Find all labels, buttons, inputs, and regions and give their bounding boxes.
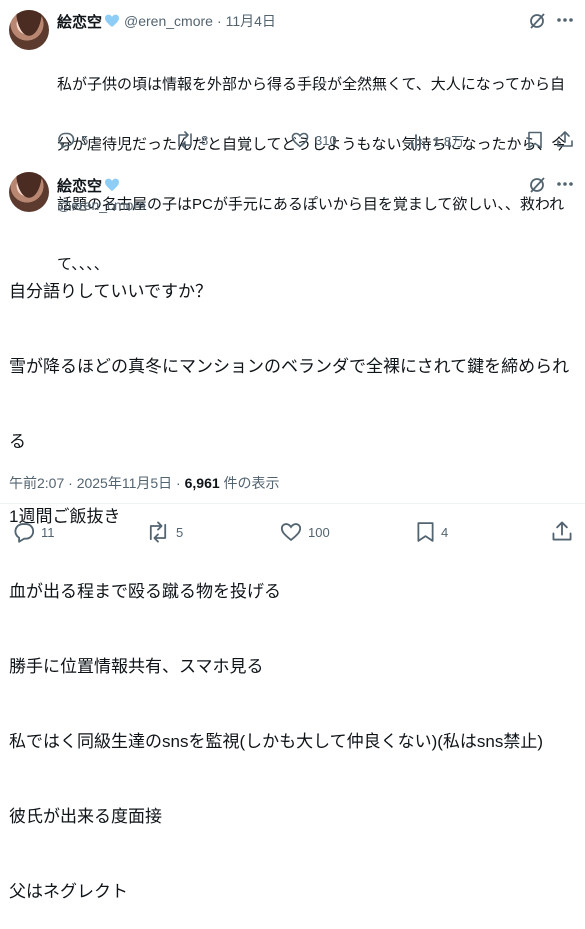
reply-icon [14, 523, 35, 543]
text-line: る [9, 432, 26, 451]
tweet-header: 絵恋空 [57, 175, 120, 195]
text-line: 私ではく同級生達のsnsを監視(しかも大して仲良くない)(私はsns禁止) [9, 732, 544, 751]
verified-heart-icon [105, 178, 120, 191]
like-button[interactable]: 310 [291, 131, 337, 149]
grok-icon[interactable] [528, 176, 546, 194]
handle[interactable]: @eren_cmore [57, 195, 146, 215]
text-line: 自分語りしていいですか？ [9, 282, 212, 301]
bookmark-icon [417, 522, 434, 542]
repost-count: 5 [176, 524, 184, 540]
reply-icon [58, 132, 75, 149]
display-name[interactable]: 絵恋空 [57, 175, 102, 196]
analytics-icon [411, 133, 425, 149]
repost-count: 8 [201, 132, 209, 148]
separator-dot: · [216, 13, 222, 29]
bookmark-button[interactable]: 4 [416, 521, 448, 543]
like-count: 310 [315, 132, 337, 148]
views-button[interactable]: 1.8万 [409, 131, 464, 150]
reply-count: 11 [41, 524, 55, 540]
like-count: 100 [308, 524, 330, 540]
text-line: 私が子供の頃は情報を外部から得る手段が全然無くて、大人になってから自 [57, 76, 566, 93]
text-line: 父はネグレクト [9, 882, 128, 901]
text-line: 勝手に位置情報共有、スマホ見る [9, 657, 264, 676]
share-icon[interactable] [556, 130, 574, 148]
grok-icon[interactable] [528, 12, 546, 30]
verified-heart-icon [105, 14, 120, 27]
divider [0, 503, 585, 504]
avatar[interactable] [9, 172, 49, 212]
tweet-timestamp[interactable]: 午前2:07 · 2025年11月5日 · 6,961 件の表示 [9, 473, 280, 493]
text-line: 血が出る程まで殴る蹴る物を投げる [9, 582, 281, 601]
view-count: 1.8万 [433, 134, 465, 149]
reply-button[interactable]: 5 [57, 131, 88, 149]
tweet-date[interactable]: 11月4日 [226, 11, 276, 31]
display-name[interactable]: 絵恋空 [57, 11, 102, 32]
timestamp-text: 午前2:07 · 2025年11月5日 · [9, 475, 185, 491]
share-icon[interactable] [551, 520, 573, 542]
view-suffix: 件の表示 [219, 475, 280, 491]
bookmark-icon[interactable] [527, 131, 543, 149]
text-line: 雪が降るほどの真冬にマンションのベランダで全裸にされて鍵を締められ [9, 357, 570, 376]
repost-button[interactable]: 8 [175, 131, 208, 149]
repost-button[interactable]: 5 [146, 521, 183, 543]
repost-icon [178, 131, 192, 149]
repost-icon [149, 521, 167, 543]
more-options-icon[interactable] [556, 17, 574, 23]
reply-button[interactable]: 11 [13, 521, 55, 543]
heart-icon [291, 132, 309, 148]
handle[interactable]: @eren_cmore [124, 13, 213, 29]
tweet-header: 絵恋空 @eren_cmore · 11月4日 [57, 11, 276, 31]
more-options-icon[interactable] [556, 181, 574, 187]
view-count: 6,961 [184, 475, 220, 491]
bookmark-count: 4 [441, 524, 449, 540]
heart-icon [280, 523, 302, 542]
reply-count: 5 [81, 132, 89, 148]
text-line: 彼氏が出来る度面接 [9, 807, 162, 826]
tweet-text: 自分語りしていいですか？ 雪が降るほどの真冬にマンションのベランダで全裸にされて… [9, 229, 569, 929]
like-button[interactable]: 100 [280, 521, 330, 543]
avatar[interactable] [9, 10, 49, 50]
